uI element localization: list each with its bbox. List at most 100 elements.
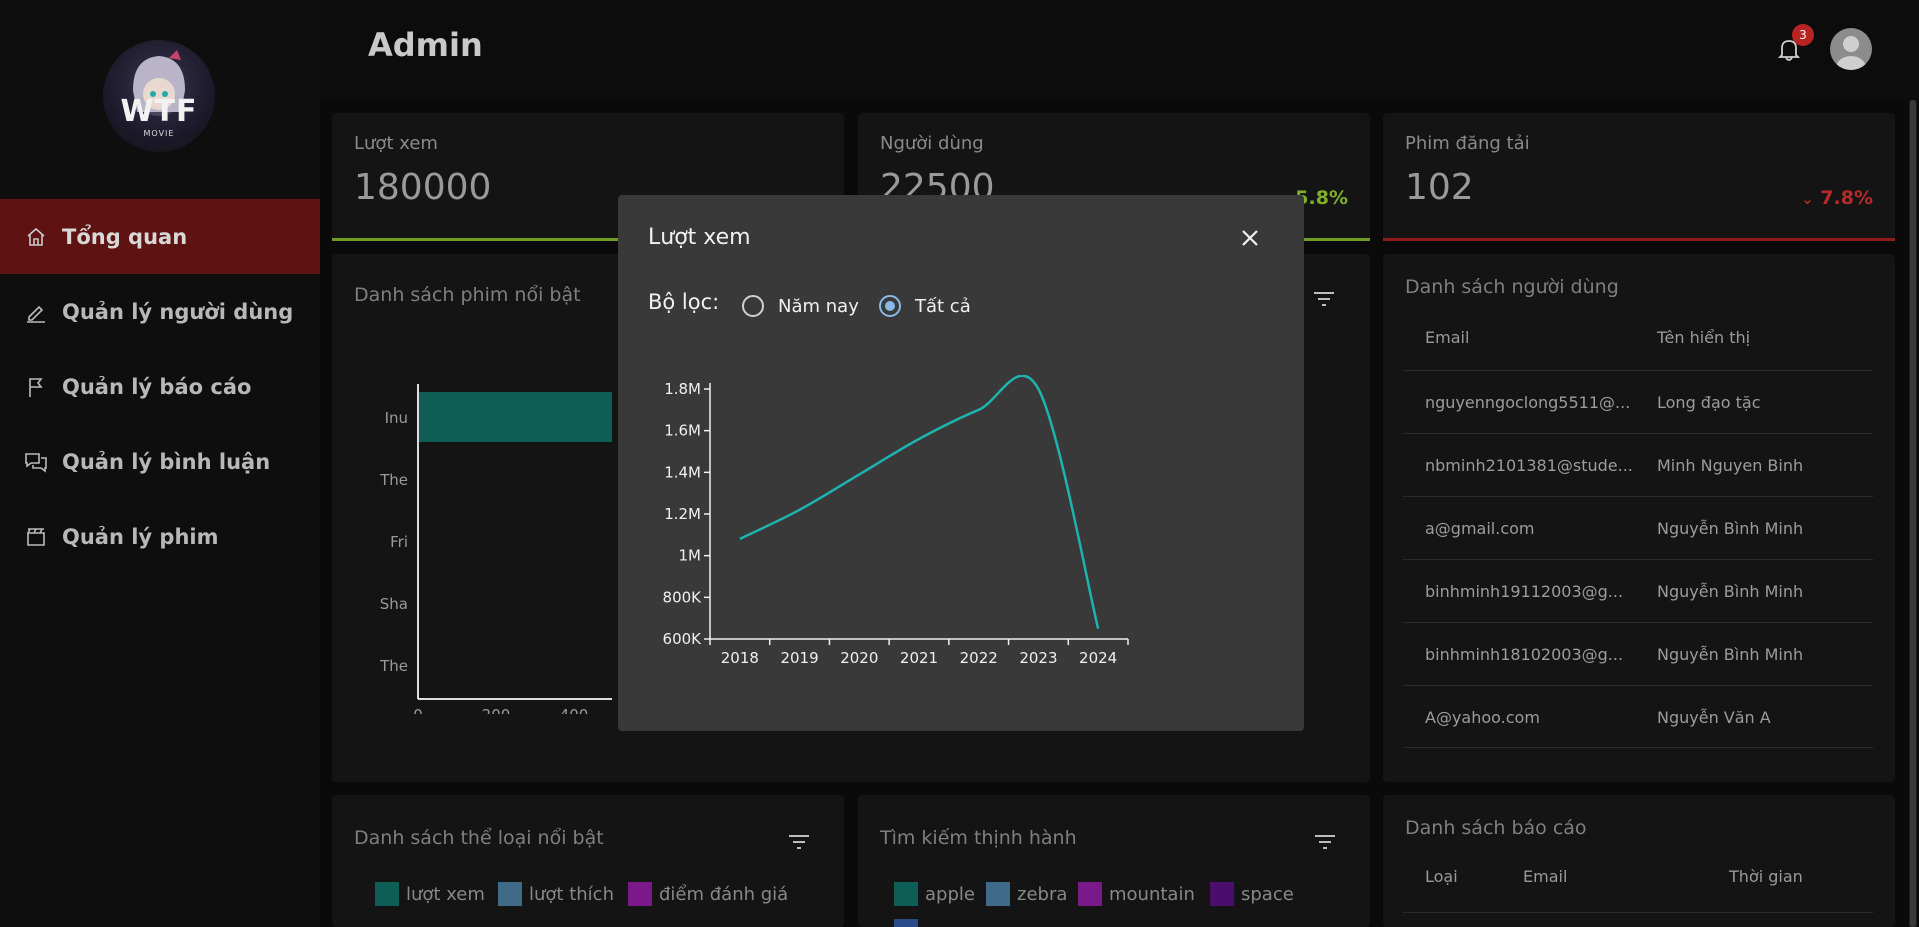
legend-swatch	[986, 882, 1010, 906]
home-icon	[24, 225, 48, 249]
tick-label: Fri	[390, 533, 408, 551]
avatar[interactable]	[1830, 28, 1872, 70]
logo-text: WTF	[120, 94, 198, 129]
legend-item[interactable]: apple	[894, 882, 975, 906]
series-line	[739, 375, 1100, 629]
close-icon[interactable]	[1238, 226, 1262, 250]
legend-item[interactable]: zebra	[986, 882, 1067, 906]
x-tick-label: 2023	[1019, 649, 1057, 667]
legend-label: điểm đánh giá	[659, 883, 789, 905]
table-row[interactable]: A@yahoo.com Nguyễn Văn A	[1403, 685, 1873, 748]
tick-label: 200	[482, 706, 511, 714]
sidebar-item-comments[interactable]: Quản lý bình luận	[0, 424, 320, 499]
tick-label: Inu	[385, 409, 408, 427]
cell-name: Nguyễn Bình Minh	[1657, 582, 1804, 601]
x-tick-label: 2024	[1079, 649, 1117, 667]
page-scrollbar[interactable]	[1909, 100, 1917, 927]
sidebar-item-movies[interactable]: Quản lý phim	[0, 499, 320, 574]
cell-email: binhminh19112003@g...	[1425, 582, 1624, 601]
stat-label: Phim đăng tải	[1405, 133, 1530, 154]
stat-label: Người dùng	[880, 133, 984, 154]
y-tick-label: 1.6M	[664, 422, 701, 440]
notification-badge: 3	[1792, 24, 1814, 46]
filter-icon[interactable]	[1312, 289, 1336, 309]
filter-icon[interactable]	[787, 832, 811, 852]
flag-icon	[24, 375, 48, 399]
tick-label: 0	[413, 706, 423, 714]
legend-swatch	[894, 882, 918, 906]
legend-swatch	[375, 882, 399, 906]
radio-button[interactable]	[742, 295, 764, 317]
x-tick-label: 2019	[780, 649, 818, 667]
sidebar-item-overview[interactable]: Tổng quan	[0, 199, 320, 274]
cell-name: Minh Nguyen Binh	[1657, 456, 1804, 475]
cell-name: Long đạo tặc	[1657, 393, 1761, 412]
reports-table-card: Danh sách báo cáo Loại Email Thời gian	[1383, 795, 1895, 927]
card-title: Danh sách báo cáo	[1405, 817, 1587, 839]
cell-email: nbminh2101381@stude...	[1425, 456, 1633, 475]
sidebar-item-label: Quản lý người dùng	[62, 299, 294, 324]
table-row[interactable]: nguyenngoclong5511@... Long đạo tặc	[1403, 370, 1873, 433]
modal-title: Lượt xem	[648, 225, 751, 250]
sidebar-item-reports[interactable]: Quản lý báo cáo	[0, 349, 320, 424]
stat-value: 180000	[354, 167, 492, 208]
genres-card: Danh sách thể loại nổi bật lượt xem lượt…	[332, 795, 844, 927]
legend-item[interactable]: lượt xem	[375, 882, 485, 906]
bar	[418, 392, 612, 442]
stat-trend-bar	[1383, 238, 1895, 241]
radio-label: Năm nay	[778, 295, 859, 317]
tick-label: Sha	[380, 595, 408, 613]
stat-card-uploads: Phim đăng tải 102 ⌄ 7.8%	[1383, 113, 1895, 241]
y-tick-label: 600K	[663, 630, 703, 648]
legend-item[interactable]: space	[1210, 882, 1294, 906]
sidebar-item-label: Tổng quan	[62, 224, 188, 249]
sidebar-nav: Tổng quan Quản lý người dùng Quản lý báo…	[0, 199, 320, 574]
users-table-card: Danh sách người dùng Email Tên hiển thị …	[1383, 254, 1895, 782]
y-tick-label: 1.2M	[664, 505, 701, 523]
x-tick-label: 2020	[840, 649, 878, 667]
x-tick-label: 2022	[960, 649, 998, 667]
legend-label: mountain	[1109, 883, 1195, 905]
card-title: Tìm kiếm thịnh hành	[880, 827, 1077, 849]
sidebar-item-label: Quản lý báo cáo	[62, 374, 252, 399]
stat-change-value: 7.8%	[1820, 187, 1873, 209]
chat-icon	[24, 450, 48, 474]
legend-label: lượt xem	[406, 883, 485, 905]
column-header-email: Email	[1523, 867, 1568, 886]
cell-email: a@gmail.com	[1425, 519, 1535, 538]
legend-swatch	[1210, 882, 1234, 906]
filter-icon[interactable]	[1313, 832, 1337, 852]
cell-name: Nguyễn Bình Minh	[1657, 645, 1804, 664]
sidebar: WTF MOVIE Tổng quan Quản lý người dùng Q…	[0, 0, 320, 927]
table-row[interactable]: nbminh2101381@stude... Minh Nguyen Binh	[1403, 433, 1873, 496]
card-title: Danh sách thể loại nổi bật	[354, 827, 604, 849]
stat-change-down: ⌄ 7.8%	[1801, 187, 1873, 209]
legend-swatch	[1078, 882, 1102, 906]
card-title: Danh sách người dùng	[1405, 276, 1619, 298]
legend-item[interactable]: điểm đánh giá	[628, 882, 788, 906]
table-row[interactable]: a@gmail.com Nguyễn Bình Minh	[1403, 496, 1873, 559]
app-logo[interactable]: WTF MOVIE	[103, 40, 215, 152]
y-tick-label: 800K	[663, 588, 703, 606]
stat-label: Lượt xem	[354, 133, 438, 154]
radio-button[interactable]	[879, 295, 901, 317]
column-header-email: Email	[1425, 328, 1470, 347]
table-row[interactable]: binhminh18102003@g... Nguyễn Bình Minh	[1403, 622, 1873, 685]
radio-all[interactable]: Tất cả	[879, 295, 971, 317]
table-row[interactable]: binhminh19112003@g... Nguyễn Bình Minh	[1403, 559, 1873, 622]
views-line-chart: 600K 800K 1M 1.2M 1.4M 1.6M 1.8M 2018 2019 2020 20…	[663, 375, 1129, 667]
featured-movies-chart: Inu The Fri Sha The 0 200 400	[379, 384, 612, 714]
legend-swatch	[498, 882, 522, 906]
card-title: Danh sách phim nổi bật	[354, 284, 581, 306]
tick-label: The	[379, 657, 408, 675]
x-tick-label: 2021	[900, 649, 938, 667]
radio-this-year[interactable]: Năm nay	[742, 295, 859, 317]
cell-email: nguyenngoclong5511@...	[1425, 393, 1631, 412]
radio-label: Tất cả	[915, 295, 971, 317]
sidebar-item-users[interactable]: Quản lý người dùng	[0, 274, 320, 349]
legend-item[interactable]: mountain	[1078, 882, 1195, 906]
legend-item[interactable]: lượt thích	[498, 882, 614, 906]
legend-label: apple	[925, 883, 975, 905]
tick-label: 400	[560, 706, 589, 714]
legend-swatch	[894, 919, 918, 927]
